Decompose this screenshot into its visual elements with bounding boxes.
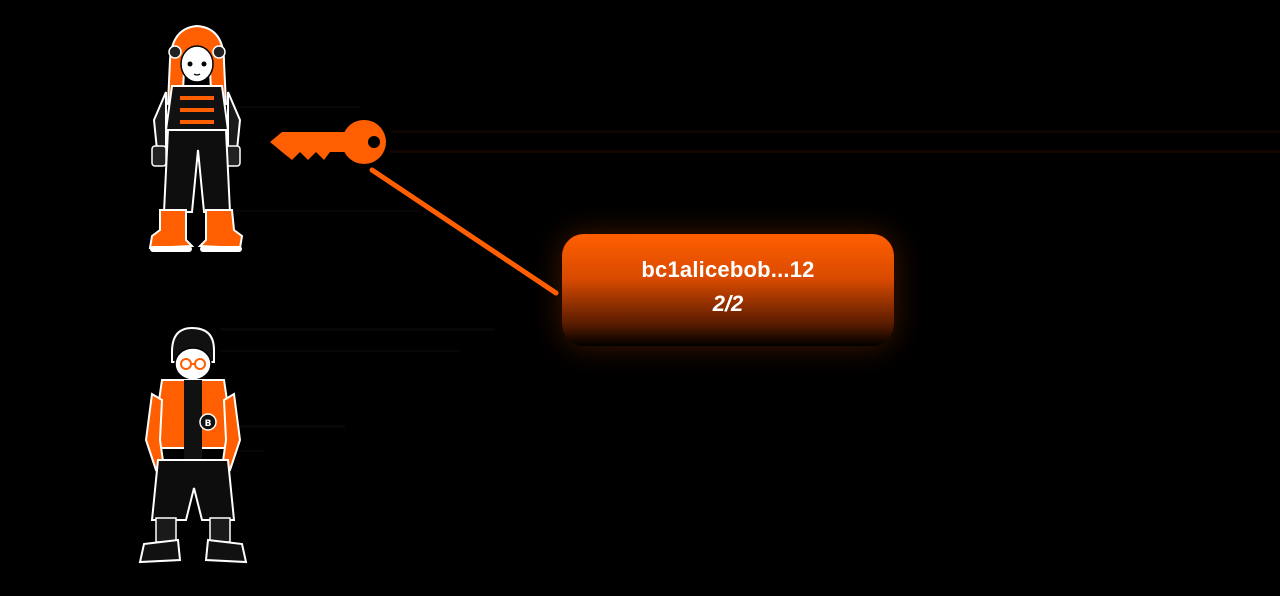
multisig-wallet-box: bc1alicebob...12 2/2	[562, 234, 894, 346]
person-female-icon	[148, 24, 244, 252]
wallet-address: bc1alicebob...12	[641, 257, 815, 282]
person-male-icon: B	[138, 326, 248, 564]
bob-figure: B	[138, 326, 248, 564]
key-icon	[270, 120, 386, 164]
alice-figure	[148, 24, 244, 252]
wallet-quorum: 2/2	[712, 291, 744, 316]
svg-text:B: B	[205, 419, 212, 429]
key-to-wallet-line	[369, 167, 559, 296]
